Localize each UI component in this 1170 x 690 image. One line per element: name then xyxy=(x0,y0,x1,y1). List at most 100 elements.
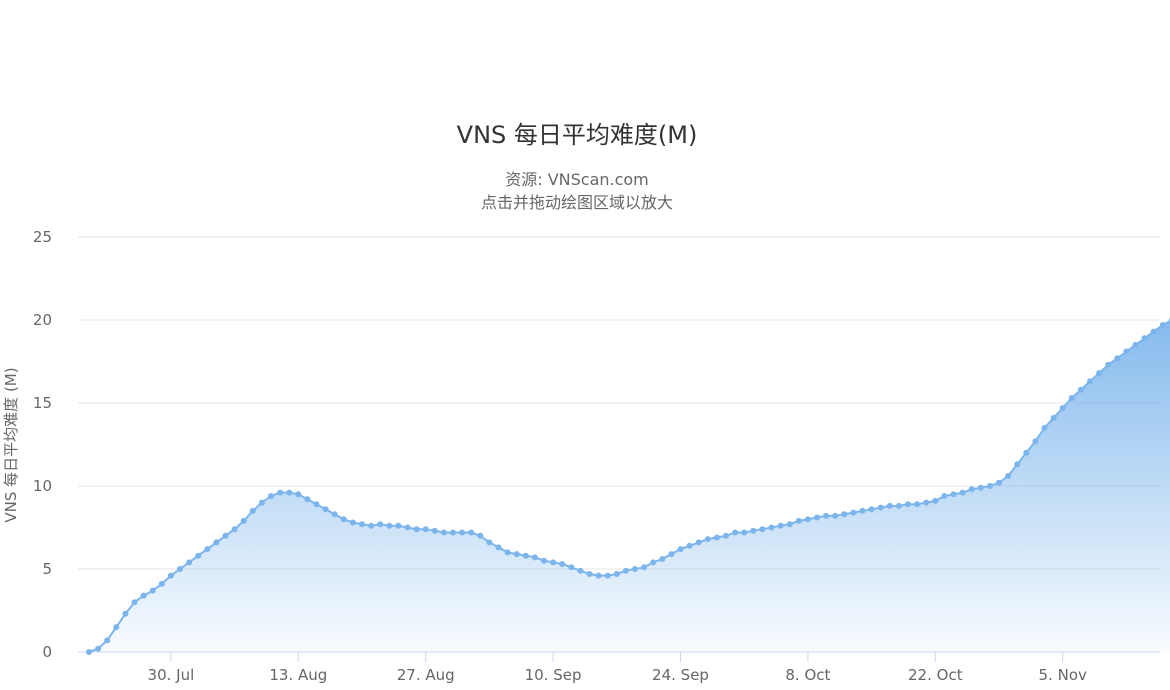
data-point[interactable] xyxy=(1041,424,1048,431)
data-point[interactable] xyxy=(1141,335,1148,342)
data-point[interactable] xyxy=(404,524,411,531)
data-point[interactable] xyxy=(322,506,329,513)
data-point[interactable] xyxy=(941,493,948,499)
data-point[interactable] xyxy=(777,522,784,529)
data-point[interactable] xyxy=(186,559,193,566)
data-point[interactable] xyxy=(932,497,939,504)
data-point[interactable] xyxy=(450,529,456,536)
data-point[interactable] xyxy=(968,486,975,493)
data-point[interactable] xyxy=(1114,355,1121,362)
difficulty-chart[interactable]: VNS 每日平均难度(M) 资源: VNScan.com 点击并拖动绘图区域以放… xyxy=(0,0,1170,690)
data-point[interactable] xyxy=(550,559,557,566)
data-point[interactable] xyxy=(1059,405,1066,411)
chart-container[interactable]: VNS 每日平均难度(M) 资源: VNScan.com 点击并拖动绘图区域以放… xyxy=(0,0,1170,690)
data-point[interactable] xyxy=(395,522,402,529)
data-point[interactable] xyxy=(768,524,775,531)
data-point[interactable] xyxy=(486,539,493,546)
data-point[interactable] xyxy=(304,496,311,503)
data-point[interactable] xyxy=(1005,473,1012,479)
data-point[interactable] xyxy=(1096,370,1103,377)
data-point[interactable] xyxy=(795,517,802,524)
data-point[interactable] xyxy=(495,544,502,551)
data-point[interactable] xyxy=(359,521,365,528)
data-point[interactable] xyxy=(531,554,538,561)
data-point[interactable] xyxy=(568,564,575,571)
data-point[interactable] xyxy=(104,637,111,644)
data-point[interactable] xyxy=(886,502,893,509)
data-point[interactable] xyxy=(167,572,174,579)
data-point[interactable] xyxy=(1087,378,1093,385)
data-point[interactable] xyxy=(368,522,375,529)
data-point[interactable] xyxy=(595,572,602,579)
data-point[interactable] xyxy=(905,501,911,508)
data-point[interactable] xyxy=(914,501,921,508)
data-point[interactable] xyxy=(650,559,657,566)
data-point[interactable] xyxy=(923,499,930,506)
data-point[interactable] xyxy=(431,527,438,534)
data-point[interactable] xyxy=(723,532,729,539)
data-point[interactable] xyxy=(986,483,993,489)
data-point[interactable] xyxy=(268,493,274,499)
data-point[interactable] xyxy=(113,624,120,631)
data-point[interactable] xyxy=(841,511,848,518)
data-point[interactable] xyxy=(750,527,757,534)
data-point[interactable] xyxy=(577,567,584,574)
data-point[interactable] xyxy=(559,561,566,567)
data-point[interactable] xyxy=(1159,322,1166,328)
data-point[interactable] xyxy=(668,551,675,558)
data-point[interactable] xyxy=(1150,328,1157,335)
data-point[interactable] xyxy=(149,587,156,594)
data-point[interactable] xyxy=(131,599,138,606)
data-point[interactable] xyxy=(386,522,393,529)
data-point[interactable] xyxy=(659,556,666,562)
data-point[interactable] xyxy=(586,571,593,577)
data-point[interactable] xyxy=(859,507,866,514)
data-point[interactable] xyxy=(422,526,429,533)
data-point[interactable] xyxy=(295,491,302,498)
data-point[interactable] xyxy=(959,489,966,496)
data-point[interactable] xyxy=(377,521,384,528)
data-point[interactable] xyxy=(713,534,720,541)
data-point[interactable] xyxy=(459,529,466,536)
data-point[interactable] xyxy=(1014,461,1021,468)
data-point[interactable] xyxy=(1077,386,1084,393)
data-point[interactable] xyxy=(804,516,811,523)
data-point[interactable] xyxy=(158,580,165,587)
data-point[interactable] xyxy=(95,645,102,652)
data-point[interactable] xyxy=(1050,414,1057,421)
data-point[interactable] xyxy=(286,489,293,496)
data-point[interactable] xyxy=(677,546,684,553)
data-point[interactable] xyxy=(468,529,475,536)
data-point[interactable] xyxy=(1023,449,1030,456)
data-point[interactable] xyxy=(277,489,284,496)
data-point[interactable] xyxy=(1123,348,1130,355)
data-point[interactable] xyxy=(977,484,984,491)
data-point[interactable] xyxy=(513,551,520,558)
data-point[interactable] xyxy=(195,552,202,559)
data-point[interactable] xyxy=(440,529,447,536)
data-point[interactable] xyxy=(786,521,793,528)
data-point[interactable] xyxy=(1032,438,1039,445)
data-point[interactable] xyxy=(204,546,211,553)
data-point[interactable] xyxy=(895,502,902,509)
data-point[interactable] xyxy=(331,511,338,518)
data-point[interactable] xyxy=(632,566,638,572)
data-point[interactable] xyxy=(613,571,620,577)
data-point[interactable] xyxy=(996,479,1002,486)
data-point[interactable] xyxy=(814,514,820,521)
data-point[interactable] xyxy=(504,549,511,556)
data-point[interactable] xyxy=(340,516,347,523)
data-point[interactable] xyxy=(240,517,247,524)
data-point[interactable] xyxy=(604,572,611,579)
data-point[interactable] xyxy=(522,552,529,559)
data-point[interactable] xyxy=(704,536,711,543)
data-point[interactable] xyxy=(313,501,320,508)
data-point[interactable] xyxy=(249,507,256,514)
data-point[interactable] xyxy=(686,542,693,549)
data-point[interactable] xyxy=(122,610,129,617)
data-point[interactable] xyxy=(349,519,356,526)
data-point[interactable] xyxy=(695,539,702,546)
data-point[interactable] xyxy=(950,491,957,498)
data-point[interactable] xyxy=(231,526,238,533)
data-point[interactable] xyxy=(213,539,220,546)
